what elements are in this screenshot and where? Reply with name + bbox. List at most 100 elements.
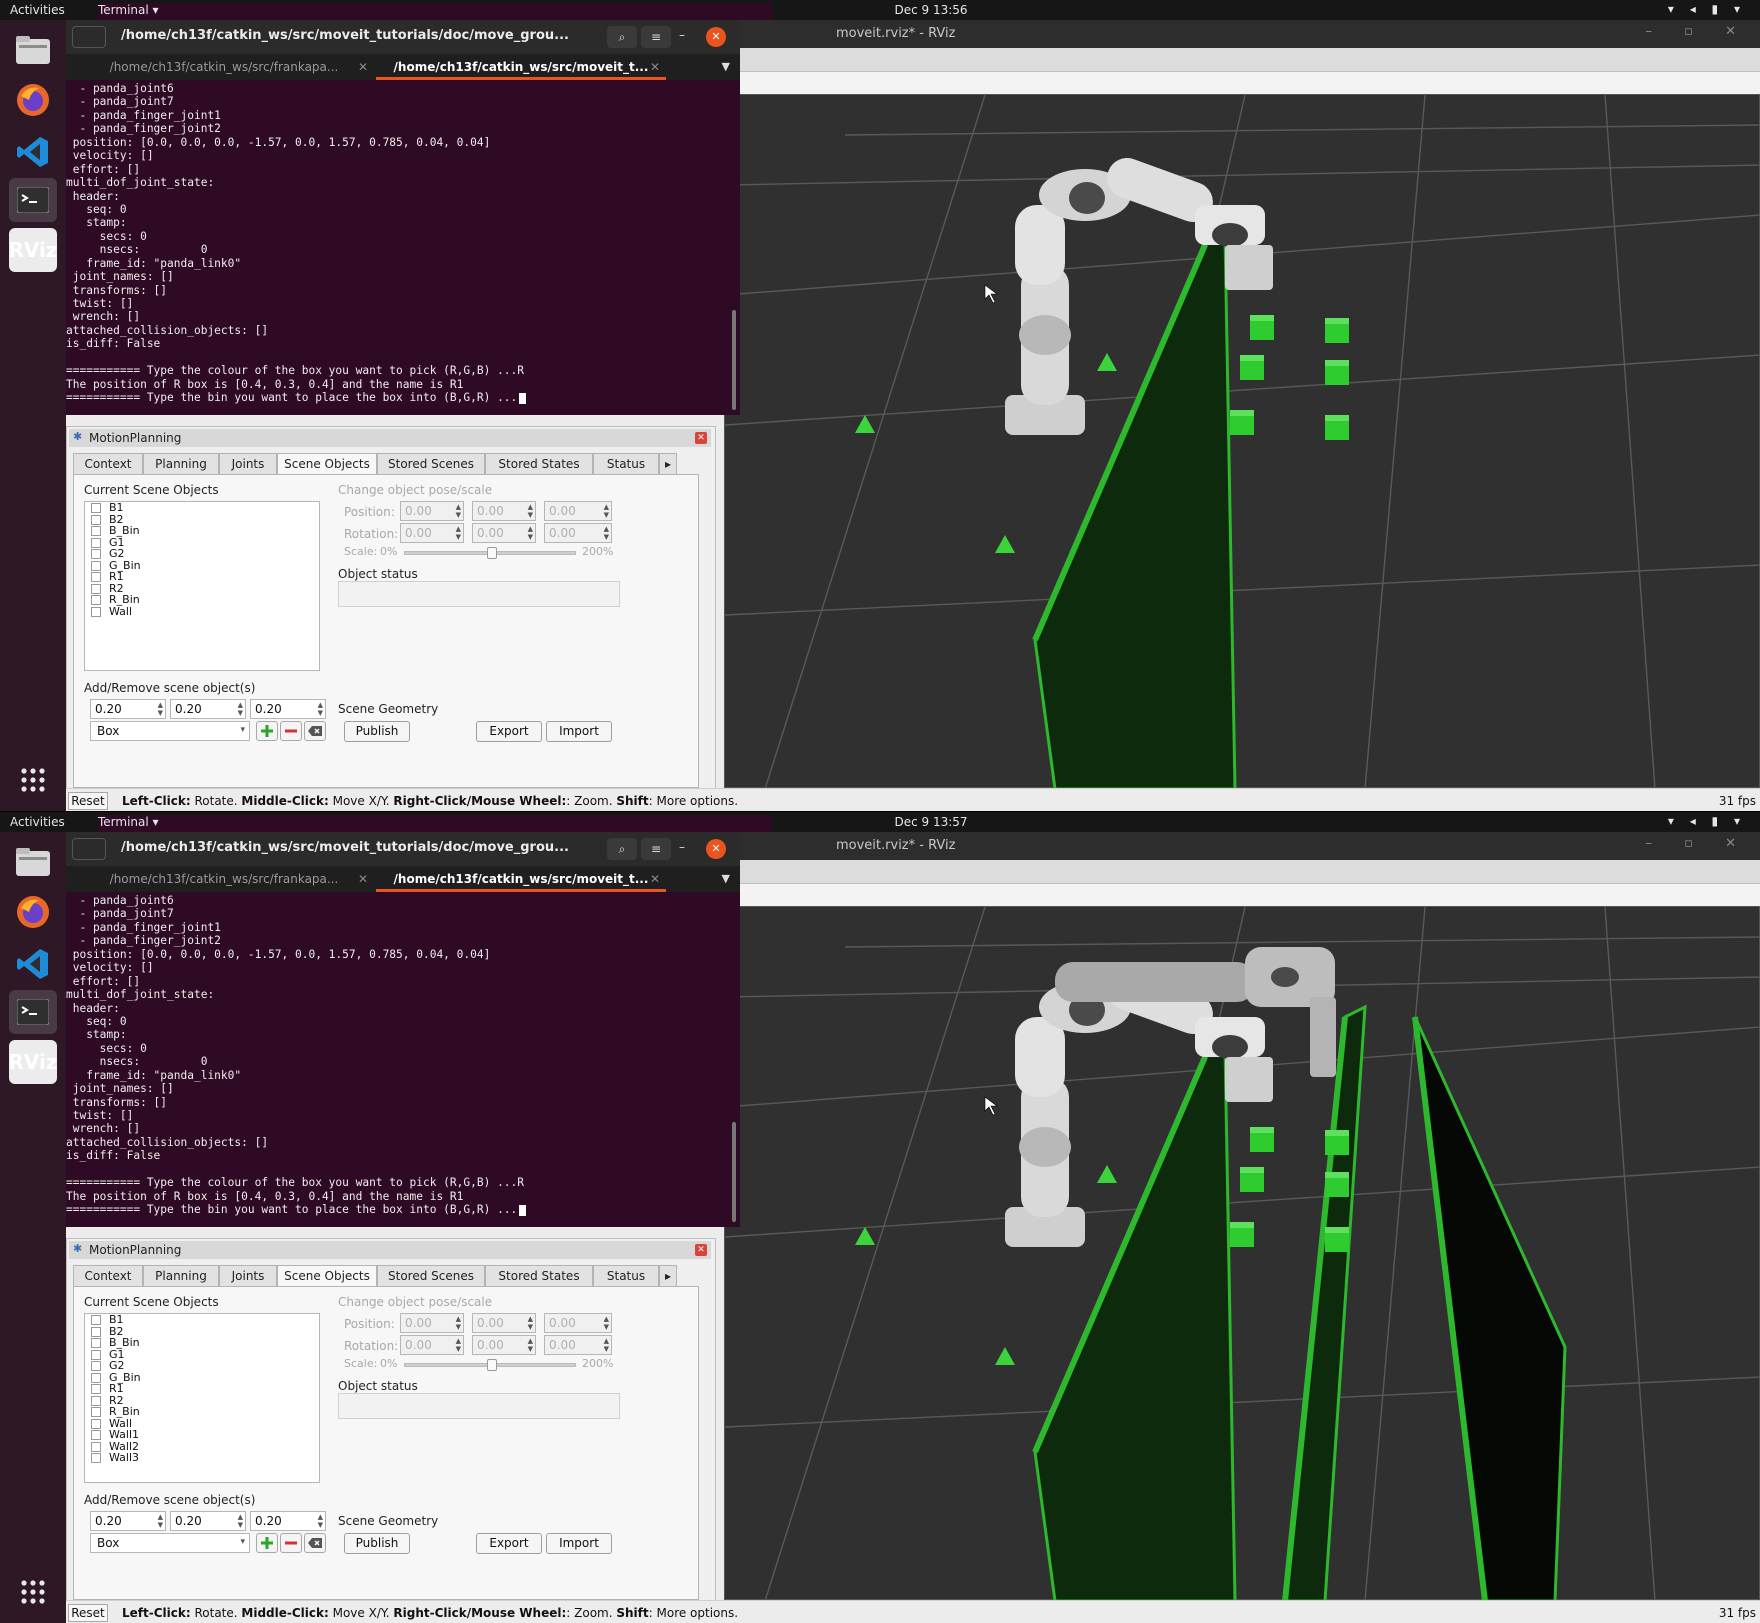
tab-context[interactable]: Context — [73, 453, 143, 475]
minimize-icon[interactable]: – — [679, 28, 685, 42]
close-icon[interactable]: ✕ — [706, 27, 726, 47]
new-tab-icon[interactable] — [72, 26, 106, 48]
scale-slider-handle[interactable] — [487, 547, 497, 559]
terminal-tab-2[interactable]: /home/ch13f/catkin_ws/src/moveit_t... ✕ — [376, 54, 666, 80]
scene-object-checkbox[interactable] — [91, 1361, 101, 1371]
3d-viewport[interactable] — [724, 906, 1760, 1601]
new-tab-icon[interactable] — [72, 838, 106, 860]
size-y-field[interactable]: 0.20 ▲ ▼ — [170, 699, 246, 719]
tab-planning[interactable]: Planning — [143, 453, 219, 475]
panel-close-icon[interactable]: ✕ — [695, 1244, 707, 1256]
panel-pin-icon[interactable]: ✱ — [73, 430, 82, 443]
scale-slider[interactable] — [404, 547, 576, 559]
scene-objects-list[interactable]: B1 B2 B_Bin G1 G2 G_Bin R1 R2 R_Bin Wall Wall1 Wall… — [84, 1313, 320, 1483]
size-x-field[interactable]: 0.20 ▲ ▼ — [90, 1511, 166, 1531]
position-y-field[interactable]: 0.00 ▲ ▼ — [472, 1313, 536, 1333]
terminal-output[interactable]: - panda_joint6 - panda_joint7 - panda_fi… — [66, 80, 740, 415]
tab-stored-states[interactable]: Stored States — [485, 1265, 593, 1287]
import-button[interactable]: Import — [546, 721, 612, 742]
shape-select[interactable]: Box ▾ — [90, 721, 250, 741]
scene-object-checkbox[interactable] — [91, 1430, 101, 1440]
tab-joints[interactable]: Joints — [219, 1265, 277, 1287]
export-button[interactable]: Export — [476, 1533, 542, 1554]
tab-stored-scenes[interactable]: Stored Scenes — [377, 453, 485, 475]
tab-close-icon[interactable]: ✕ — [358, 872, 368, 886]
3d-viewport[interactable] — [724, 94, 1760, 789]
rviz-window-controls[interactable]: – ▫ ✕ — [1646, 24, 1750, 39]
panel-pin-icon[interactable]: ✱ — [73, 1242, 82, 1255]
terminal-titlebar[interactable]: /home/ch13f/catkin_ws/src/moveit_tutoria… — [66, 832, 740, 866]
vscode-icon[interactable] — [9, 942, 57, 986]
tab-close-icon[interactable]: ✕ — [358, 60, 368, 74]
rotation-y-field[interactable]: 0.00 ▲ ▼ — [472, 1335, 536, 1355]
terminal-tab-1[interactable]: /home/ch13f/catkin_ws/src/frankapa... ✕ — [74, 54, 374, 80]
rotation-y-field[interactable]: 0.00 ▲ ▼ — [472, 523, 536, 543]
scene-object-checkbox[interactable] — [91, 1418, 101, 1429]
rotation-x-field[interactable]: 0.00 ▲ ▼ — [400, 523, 464, 543]
scene-object-checkbox[interactable] — [91, 1349, 101, 1360]
tab-context[interactable]: Context — [73, 1265, 143, 1287]
tab-close-icon[interactable]: ✕ — [650, 872, 660, 886]
scene-object-checkbox[interactable] — [91, 1395, 101, 1406]
tab-joints[interactable]: Joints — [219, 453, 277, 475]
rviz-icon[interactable]: RViz — [8, 1040, 58, 1084]
scene-object-item[interactable]: Wall — [85, 605, 319, 618]
scene-object-checkbox[interactable] — [91, 1384, 101, 1394]
search-icon[interactable]: ⌕ — [607, 838, 637, 860]
show-applications-icon[interactable] — [9, 1570, 57, 1614]
scene-object-checkbox[interactable] — [91, 1453, 101, 1463]
show-applications-icon[interactable] — [9, 758, 57, 802]
position-y-field[interactable]: 0.00 ▲ ▼ — [472, 501, 536, 521]
rotation-z-field[interactable]: 0.00 ▲ ▼ — [544, 1335, 612, 1355]
terminal-output[interactable]: - panda_joint6 - panda_joint7 - panda_fi… — [66, 892, 740, 1227]
scene-objects-list[interactable]: B1 B2 B_Bin G1 G2 G_Bin R1 R2 R_Bin Wall — [84, 501, 320, 671]
reset-button[interactable]: Reset — [68, 1604, 108, 1622]
scene-object-checkbox[interactable] — [91, 1338, 101, 1348]
scene-object-checkbox[interactable] — [91, 572, 101, 582]
terminal-titlebar[interactable]: /home/ch13f/catkin_ws/src/moveit_tutoria… — [66, 20, 740, 54]
tab-scroll-right[interactable]: ▸ — [659, 453, 677, 475]
terminal-icon[interactable] — [9, 178, 57, 222]
scene-object-checkbox[interactable] — [91, 560, 101, 571]
motion-planning-header[interactable]: ✱ MotionPlanning ✕ — [69, 429, 711, 447]
tab-scene-objects[interactable]: Scene Objects — [277, 1265, 377, 1287]
position-x-field[interactable]: 0.00 ▲ ▼ — [400, 1313, 464, 1333]
scene-object-checkbox[interactable] — [91, 514, 101, 525]
publish-button[interactable]: Publish — [344, 721, 410, 742]
terminal-tab-2[interactable]: /home/ch13f/catkin_ws/src/moveit_t... ✕ — [376, 866, 666, 892]
scene-object-item[interactable]: Wall3 — [85, 1452, 319, 1464]
clock[interactable]: Dec 9 13:57 — [876, 815, 986, 829]
add-object-icon[interactable] — [256, 721, 278, 741]
size-z-field[interactable]: 0.20 ▲ ▼ — [250, 1511, 326, 1531]
scene-object-checkbox[interactable] — [91, 549, 101, 559]
position-z-field[interactable]: 0.00 ▲ ▼ — [544, 501, 612, 521]
tab-menu-icon[interactable]: ▼ — [722, 872, 730, 885]
tab-scroll-right[interactable]: ▸ — [659, 1265, 677, 1287]
add-object-icon[interactable] — [256, 1533, 278, 1553]
rotation-z-field[interactable]: 0.00 ▲ ▼ — [544, 523, 612, 543]
scene-object-checkbox[interactable] — [91, 1372, 101, 1383]
reset-button[interactable]: Reset — [68, 792, 108, 810]
tab-stored-scenes[interactable]: Stored Scenes — [377, 1265, 485, 1287]
hamburger-menu-icon[interactable]: ≡ — [641, 26, 671, 48]
tab-close-icon[interactable]: ✕ — [650, 60, 660, 74]
motion-planning-header[interactable]: ✱ MotionPlanning ✕ — [69, 1241, 711, 1259]
activities-button[interactable]: Activities — [10, 815, 65, 829]
firefox-icon[interactable] — [9, 78, 57, 122]
search-icon[interactable]: ⌕ — [607, 26, 637, 48]
terminal-tab-1[interactable]: /home/ch13f/catkin_ws/src/frankapa... ✕ — [74, 866, 374, 892]
files-icon[interactable] — [9, 840, 57, 884]
terminal-icon[interactable] — [9, 990, 57, 1034]
scene-object-checkbox[interactable] — [91, 1326, 101, 1337]
system-tray[interactable]: ▾ ◂ ▮ ▾ — [1668, 814, 1746, 828]
rviz-icon[interactable]: RViz — [8, 228, 58, 272]
remove-object-icon[interactable] — [280, 1533, 302, 1553]
size-z-field[interactable]: 0.20 ▲ ▼ — [250, 699, 326, 719]
tab-scene-objects[interactable]: Scene Objects — [277, 453, 377, 475]
position-x-field[interactable]: 0.00 ▲ ▼ — [400, 501, 464, 521]
tab-menu-icon[interactable]: ▼ — [722, 60, 730, 73]
close-icon[interactable]: ✕ — [706, 839, 726, 859]
rviz-window-controls[interactable]: – ▫ ✕ — [1646, 836, 1750, 851]
tab-planning[interactable]: Planning — [143, 1265, 219, 1287]
activities-button[interactable]: Activities — [10, 3, 65, 17]
